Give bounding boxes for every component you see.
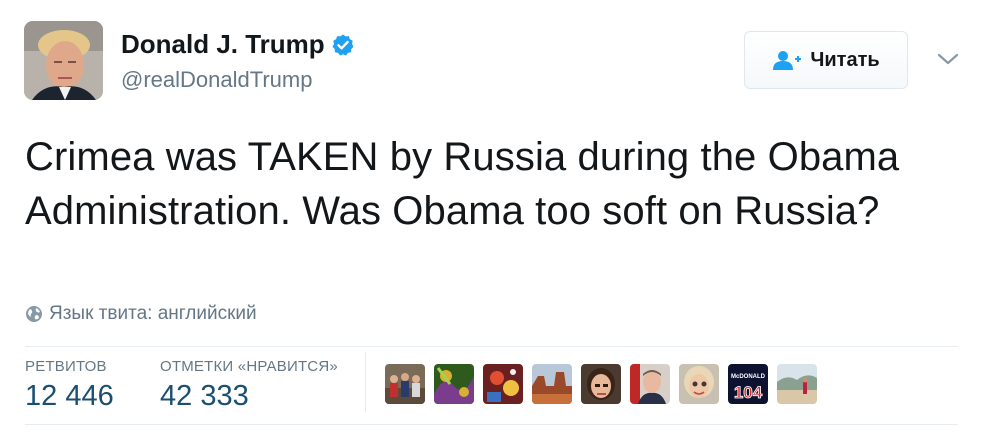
tweet-language-label: Язык твита: английский [49,303,257,324]
follow-button-label: Читать [810,48,880,71]
beach-photo-icon [777,364,817,404]
desert-landscape-icon [532,364,572,404]
stats-bottom-divider [25,424,958,425]
author-avatar[interactable] [24,21,103,100]
author-handle[interactable]: @realDonaldTrump [121,67,312,93]
likes-count[interactable]: 42 333 [160,380,249,413]
group-photo-icon [385,364,425,404]
liker-avatar-5[interactable] [581,364,621,404]
add-user-icon [773,51,802,70]
follow-button[interactable]: Читать [744,31,908,89]
retweets-count[interactable]: 12 446 [25,380,114,413]
festive-photo-icon [483,364,523,404]
liker-avatar-1[interactable] [385,364,425,404]
liker-avatar-3[interactable] [483,364,523,404]
author-name-text[interactable]: Donald J. Trump [121,29,325,60]
liker-avatar-2[interactable] [434,364,474,404]
profile-photo-icon [24,21,103,100]
liker-avatar-6[interactable] [630,364,670,404]
author-name[interactable]: Donald J. Trump [121,29,355,60]
liker-avatar-7[interactable] [679,364,719,404]
liker-avatar-9[interactable] [777,364,817,404]
jersey-number: 104 [734,383,763,402]
liker-avatar-8[interactable]: McDONALD 104 [728,364,768,404]
woman-portrait-icon [581,364,621,404]
verified-badge-icon [332,34,354,55]
likes-label: ОТМЕТКИ «НРАВИТСЯ» [160,358,338,375]
man-portrait-icon [630,364,670,404]
tweet-language[interactable]: Язык твита: английский [25,303,257,325]
globe-icon [26,306,42,322]
woman-blonde-portrait-icon [679,364,719,404]
liker-avatars: McDONALD 104 [385,364,826,404]
jersey-name: McDONALD [731,374,766,380]
stats-top-divider [25,346,958,347]
jersey-104-icon: McDONALD 104 [728,364,768,404]
tweet-text: Crimea was TAKEN by Russia during the Ob… [25,135,900,233]
green-pattern-icon [434,364,474,404]
liker-avatar-4[interactable] [532,364,572,404]
stats-separator [365,352,366,412]
retweets-label: РЕТВИТОВ [25,358,107,375]
chevron-down-icon[interactable] [936,51,960,67]
